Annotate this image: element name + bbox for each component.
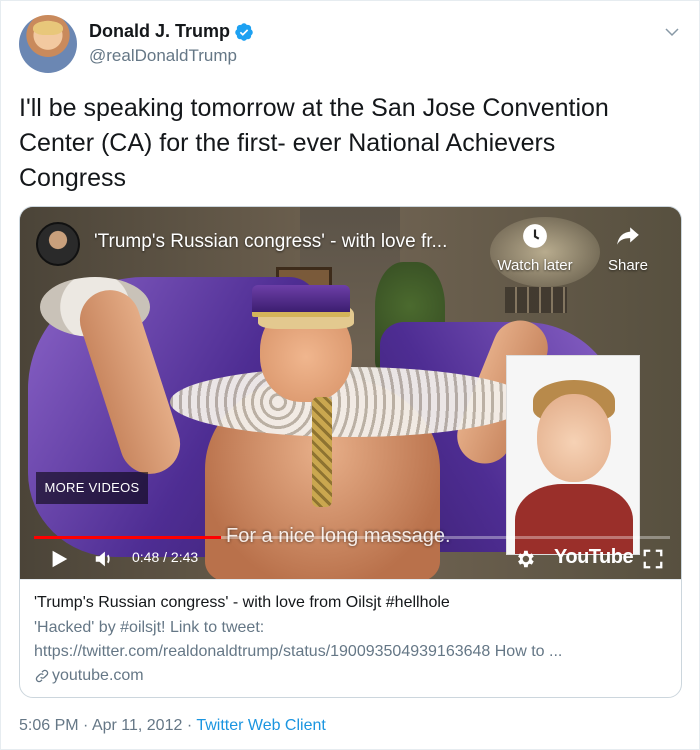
watch-later-button[interactable]: Watch later xyxy=(492,223,578,274)
tweet-date[interactable]: Apr 11, 2012 xyxy=(92,717,182,734)
video-title[interactable]: 'Trump's Russian congress' - with love f… xyxy=(94,231,447,253)
video-player[interactable]: 'Trump's Russian congress' - with love f… xyxy=(20,207,681,579)
play-icon[interactable] xyxy=(48,548,70,570)
youtube-logo[interactable]: YouTube xyxy=(554,546,634,569)
video-scene-inset-photo xyxy=(506,355,640,555)
fullscreen-icon[interactable] xyxy=(642,548,664,570)
tweet-header: Donald J. Trump @realDonaldTrump xyxy=(19,15,681,75)
video-scene-rope xyxy=(312,397,332,507)
tweet-card: Donald J. Trump @realDonaldTrump I'll be… xyxy=(0,0,700,750)
link-domain-text: youtube.com xyxy=(52,667,144,684)
avatar[interactable] xyxy=(19,15,77,73)
video-scene-tiles xyxy=(505,287,567,313)
more-videos-button[interactable]: MORE VIDEOS xyxy=(36,472,148,504)
meta-separator: · xyxy=(83,717,89,734)
link-chain-icon xyxy=(35,669,49,682)
video-scene-crown xyxy=(252,285,350,317)
inset-face xyxy=(537,394,611,482)
video-controls: 0:48 / 2:43 YouTube xyxy=(20,539,681,579)
user-handle[interactable]: @realDonaldTrump xyxy=(89,46,254,66)
clock-icon xyxy=(523,224,547,248)
share-arrow-icon xyxy=(617,227,639,245)
share-label: Share xyxy=(607,257,649,274)
tweet-meta: 5:06 PM · Apr 11, 2012 · Twitter Web Cli… xyxy=(19,717,326,735)
video-time: 0:48 / 2:43 xyxy=(132,549,199,565)
share-button[interactable]: Share xyxy=(600,223,656,274)
youtube-card[interactable]: 'Trump's Russian congress' - with love f… xyxy=(19,206,682,698)
volume-icon[interactable] xyxy=(92,548,116,570)
link-domain: youtube.com xyxy=(34,667,669,685)
link-description: 'Hacked' by #oilsjt! Link to tweet: http… xyxy=(34,619,563,660)
verified-badge-icon xyxy=(235,22,253,41)
tweet-time[interactable]: 5:06 PM xyxy=(19,717,79,734)
chevron-down-icon[interactable] xyxy=(663,23,681,41)
tweet-text: I'll be speaking tomorrow at the San Jos… xyxy=(19,94,609,192)
gear-icon[interactable] xyxy=(514,548,536,570)
meta-separator: · xyxy=(186,717,193,734)
user-names[interactable]: Donald J. Trump @realDonaldTrump xyxy=(89,21,254,66)
channel-avatar[interactable] xyxy=(36,222,80,266)
watch-later-label: Watch later xyxy=(497,257,573,274)
link-preview[interactable]: 'Trump's Russian congress' - with love f… xyxy=(20,579,681,697)
display-name[interactable]: Donald J. Trump xyxy=(89,21,230,42)
video-scene-fur xyxy=(170,367,530,437)
tweet-source[interactable]: Twitter Web Client xyxy=(196,717,326,734)
link-title: 'Trump's Russian congress' - with love f… xyxy=(34,594,450,611)
